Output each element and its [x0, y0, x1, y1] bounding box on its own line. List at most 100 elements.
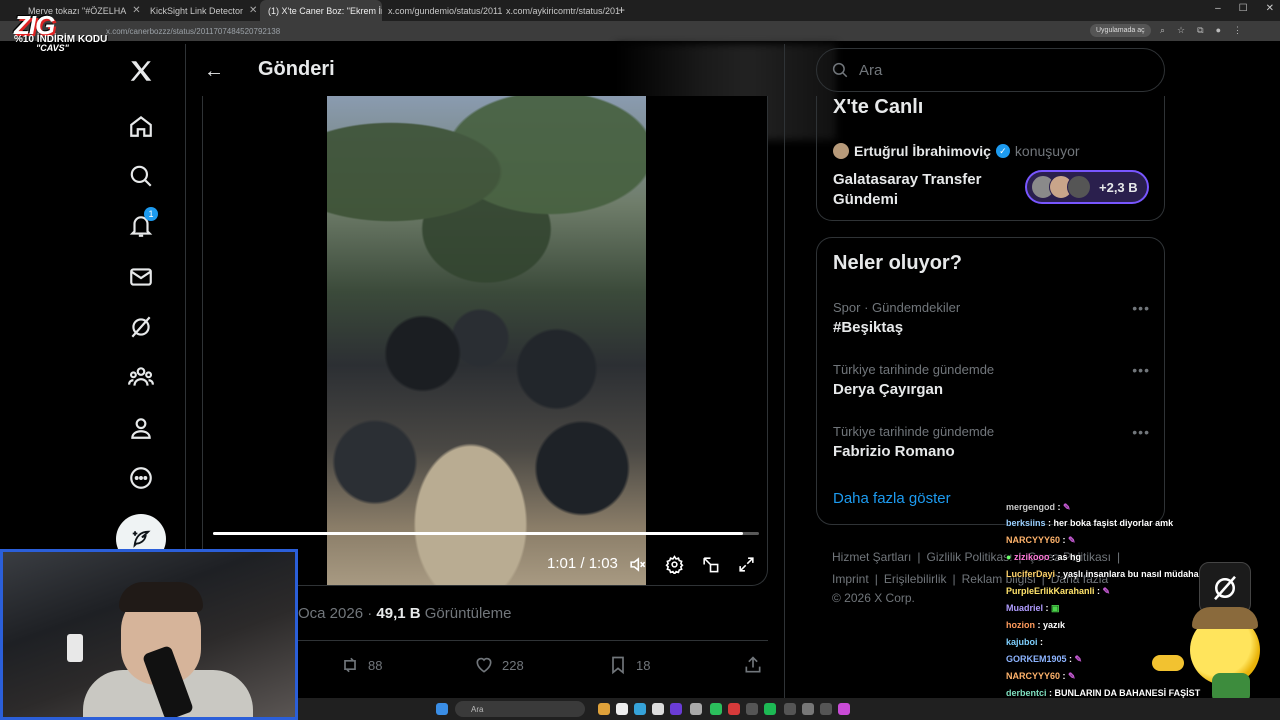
- search-bar[interactable]: Ara: [816, 48, 1165, 92]
- app-icon[interactable]: [710, 703, 722, 715]
- chat-message: NARCYYY60 : ✎: [1006, 535, 1076, 545]
- taskbar-search[interactable]: Ara: [455, 701, 585, 717]
- more-options-icon[interactable]: •••: [1132, 424, 1150, 440]
- listeners-pill[interactable]: +2,3 B: [1025, 170, 1149, 204]
- extensions-icon[interactable]: ⧉: [1197, 25, 1203, 36]
- volume-icon[interactable]: [627, 554, 647, 574]
- like-button[interactable]: 228: [474, 655, 524, 675]
- browser-tab[interactable]: KickSight Link Detector ✕: [142, 0, 264, 21]
- avatar: [1067, 175, 1091, 199]
- host-name: Ertuğrul İbrahimoviç: [854, 143, 991, 159]
- webcam-feed: [0, 549, 298, 720]
- spotify-icon[interactable]: [764, 703, 776, 715]
- chrome-icon[interactable]: [616, 703, 628, 715]
- chat-username: NARCYYY60: [1006, 535, 1061, 545]
- tab-label: (1) X'te Caner Boz: "Ekrem İmam: [268, 5, 382, 16]
- open-in-app-button[interactable]: Uygulamada aç: [1090, 24, 1151, 37]
- search-input[interactable]: Ara: [859, 62, 882, 79]
- footer-link[interactable]: Erişilebilirlik: [884, 568, 947, 590]
- obs-icon[interactable]: [728, 703, 740, 715]
- chat-text: her boka faşist diyorlar amk: [1053, 518, 1174, 528]
- more-options-icon[interactable]: •••: [1132, 362, 1150, 378]
- close-icon[interactable]: ✕: [249, 5, 257, 16]
- notifications-icon[interactable]: 1: [124, 207, 158, 243]
- retweet-button[interactable]: 88: [340, 655, 382, 675]
- communities-icon[interactable]: [124, 360, 158, 394]
- chat-text: yaşlı insanlara bu nasıl müdahale la: [1063, 569, 1217, 579]
- bookmark-button[interactable]: 18: [608, 655, 650, 675]
- minimize-icon[interactable]: –: [1215, 3, 1221, 14]
- footer-link[interactable]: Imprint: [832, 568, 869, 590]
- chat-message: hozion : yazık: [1006, 620, 1066, 630]
- back-arrow-icon[interactable]: ←: [204, 60, 224, 83]
- app-icon[interactable]: [820, 703, 832, 715]
- chat-message: Muadriel : ▣: [1006, 603, 1060, 613]
- picture-in-picture-icon[interactable]: [700, 554, 720, 574]
- discord-icon[interactable]: [670, 703, 682, 715]
- app-icon[interactable]: [652, 703, 664, 715]
- profile-icon[interactable]: [124, 411, 158, 445]
- settings-gear-icon[interactable]: [664, 554, 684, 574]
- app-icon[interactable]: [802, 703, 814, 715]
- video-progress-bar[interactable]: [213, 532, 759, 535]
- app-icon[interactable]: [746, 703, 758, 715]
- footer-link[interactable]: Gizlilik Politikası: [926, 546, 1012, 568]
- video-time: 1:01 / 1:03: [547, 555, 618, 572]
- live-title: X'te Canlı: [833, 96, 924, 118]
- app-icon[interactable]: [690, 703, 702, 715]
- app-icon[interactable]: [784, 703, 796, 715]
- trend-item[interactable]: Spor · Gündemdekiler #Beşiktaş •••: [833, 300, 1150, 336]
- profile-icon[interactable]: ●: [1216, 25, 1221, 36]
- grok-icon[interactable]: [124, 310, 158, 344]
- search-icon[interactable]: [124, 159, 158, 193]
- zoom-icon[interactable]: ⌕: [1160, 25, 1165, 36]
- chat-text: BUNLARIN DA BAHANESİ FAŞİST: [1054, 688, 1201, 698]
- edge-icon[interactable]: [634, 703, 646, 715]
- messages-icon[interactable]: [124, 260, 158, 294]
- post-header: ← Gönderi: [186, 44, 836, 140]
- browser-tab[interactable]: x.com/aykiricomtr/status/20118✕: [498, 0, 620, 21]
- file-explorer-icon[interactable]: [598, 703, 610, 715]
- browser-tab[interactable]: x.com/gundemio/status/20117✕: [380, 0, 502, 21]
- close-window-icon[interactable]: ✕: [1266, 3, 1274, 14]
- share-button[interactable]: [743, 655, 763, 675]
- space-title[interactable]: Galatasaray Transfer Gündemi: [833, 170, 1013, 210]
- bookmark-count: 18: [636, 657, 651, 673]
- video-player[interactable]: 1:01 / 1:03: [202, 96, 768, 586]
- windows-start-icon[interactable]: [436, 703, 448, 715]
- fullscreen-icon[interactable]: [736, 554, 756, 574]
- app-icon[interactable]: [838, 703, 850, 715]
- maximize-icon[interactable]: ☐: [1239, 3, 1248, 14]
- new-tab-icon[interactable]: +: [618, 3, 625, 17]
- chat-username: mergengod: [1006, 502, 1056, 512]
- star-icon[interactable]: ☆: [1177, 25, 1185, 36]
- show-more-link[interactable]: Daha fazla göster: [833, 490, 951, 507]
- chat-username: kajuboi: [1006, 637, 1038, 647]
- trends-card: Neler oluyor? Spor · Gündemdekiler #Beşi…: [816, 237, 1165, 525]
- menu-icon[interactable]: ⋮: [1233, 25, 1242, 36]
- trend-item[interactable]: Türkiye tarihinde gündemde Fabrizio Roma…: [833, 424, 1150, 460]
- avatar: [833, 143, 849, 159]
- chat-username: derbentci: [1006, 688, 1047, 698]
- url-text[interactable]: x.com/canerbozzz/status/2011707484520792…: [106, 27, 280, 36]
- chat-message: kajuboi :: [1006, 637, 1044, 647]
- x-logo-icon[interactable]: [124, 54, 158, 88]
- verified-badge-icon: ✓: [995, 144, 1010, 158]
- home-icon[interactable]: [124, 109, 158, 143]
- live-space-card[interactable]: X'te Canlı Ertuğrul İbrahimoviç ✓ konuşu…: [816, 96, 1165, 221]
- chat-message: derbentci : BUNLARIN DA BAHANESİ FAŞİST: [1006, 688, 1201, 698]
- more-icon[interactable]: [124, 461, 158, 495]
- toolbar-icons: ⌕ ☆ ⧉ ● ⋮: [1160, 25, 1242, 36]
- video-frame[interactable]: [327, 96, 646, 585]
- center-divider: [784, 44, 785, 720]
- chat-username: GORKEM1905: [1006, 654, 1067, 664]
- address-bar[interactable]: x.com/canerbozzz/status/2011707484520792…: [0, 21, 1280, 41]
- close-icon[interactable]: ✕: [132, 5, 140, 16]
- more-options-icon[interactable]: •••: [1132, 300, 1150, 316]
- browser-tab-active[interactable]: (1) X'te Caner Boz: "Ekrem İmam✕: [260, 0, 382, 21]
- share-icon: [745, 656, 761, 673]
- search-icon: [832, 62, 848, 78]
- chat-username: NARCYYY60: [1006, 671, 1061, 681]
- footer-link[interactable]: Hizmet Şartları: [832, 546, 911, 568]
- trend-item[interactable]: Türkiye tarihinde gündemde Derya Çayırga…: [833, 362, 1150, 398]
